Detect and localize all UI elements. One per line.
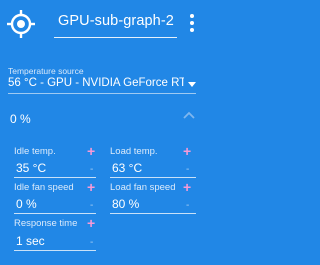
load-fan-speed-input[interactable]: 80 % [112,197,139,211]
temperature-source-label: Temperature source [8,66,84,76]
idle-fan-speed-decrement-button[interactable]: - [90,201,93,211]
idle-fan-speed-underline [14,213,96,214]
response-time-input[interactable]: 1 sec [16,234,45,248]
load-fan-speed-decrement-button[interactable]: - [186,201,189,211]
idle-fan-speed-input[interactable]: 0 % [16,197,37,211]
crosshair-icon[interactable] [6,9,36,39]
idle-temp-increment-button[interactable]: + [87,144,95,158]
load-temp-input[interactable]: 63 °C [112,161,142,175]
chevron-up-icon[interactable] [183,111,195,119]
response-time-label: Response time [14,218,78,229]
more-vert-icon[interactable] [188,14,196,34]
load-temp-increment-button[interactable]: + [183,144,191,158]
idle-fan-speed-label: Idle fan speed [14,182,74,193]
idle-temp-decrement-button[interactable]: - [90,165,93,175]
load-temp-underline [110,177,196,178]
idle-temp-label: Idle temp. [14,146,56,157]
response-time-increment-button[interactable]: + [87,216,95,230]
idle-fan-speed-increment-button[interactable]: + [87,180,95,194]
output-percent: 0 % [10,112,31,126]
load-fan-speed-increment-button[interactable]: + [183,180,191,194]
dropdown-arrow-icon[interactable] [188,82,196,87]
load-fan-speed-underline [110,213,196,214]
idle-temp-underline [14,177,96,178]
response-time-underline [14,250,96,251]
graph-title-input[interactable]: GPU-sub-graph-2 [58,13,174,29]
idle-temp-input[interactable]: 35 °C [16,161,46,175]
load-temp-decrement-button[interactable]: - [186,165,189,175]
response-time-decrement-button[interactable]: - [90,238,93,248]
title-underline [54,37,177,38]
load-temp-label: Load temp. [110,146,158,157]
select-underline [8,93,196,94]
temperature-source-select[interactable]: 56 °C - GPU - NVIDIA GeForce RTX [8,77,184,89]
load-fan-speed-label: Load fan speed [110,182,176,193]
